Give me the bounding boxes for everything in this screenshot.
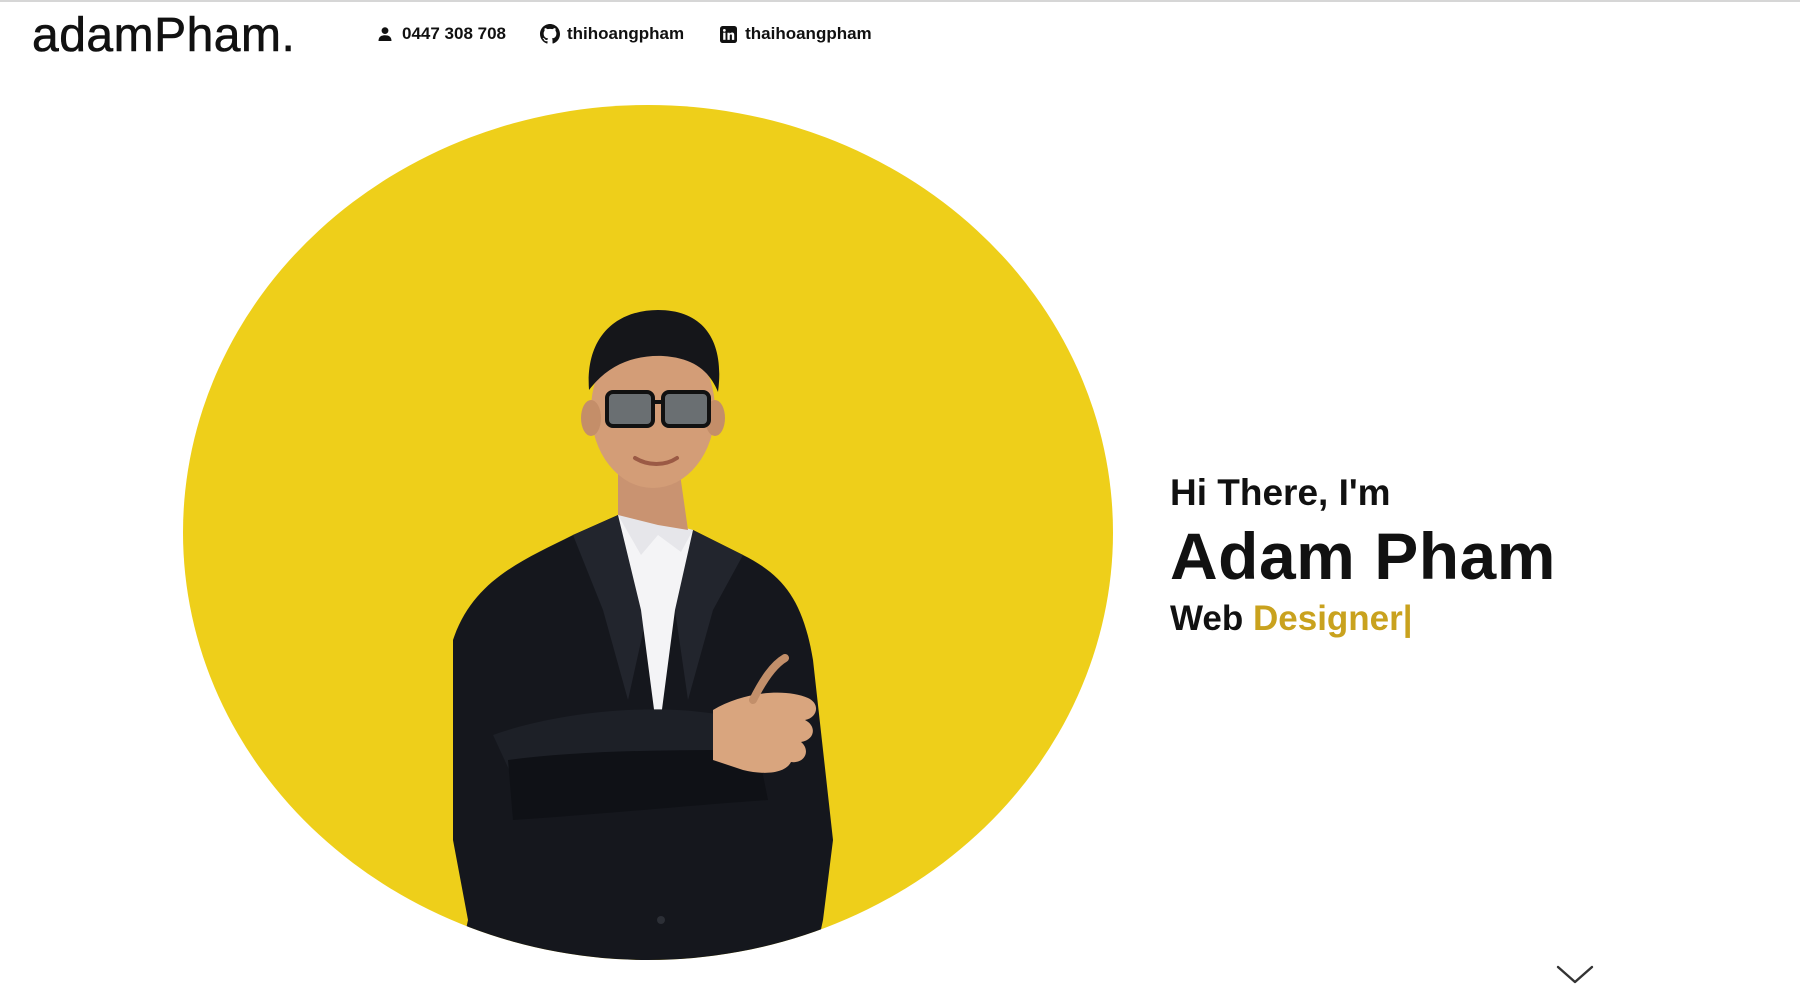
github-label: thihoangpham: [567, 24, 685, 43]
hero-yellow-circle: [183, 105, 1113, 960]
linkedin-icon: [718, 24, 738, 44]
hero-name: Adam Pham: [1170, 519, 1556, 593]
profile-photo: [453, 310, 833, 960]
github-link[interactable]: thihoangpham: [540, 24, 684, 44]
role-typed-text: Designer|: [1252, 599, 1413, 638]
contact-bar: 0447 308 708 thihoangpham thaihoangpham: [375, 24, 872, 44]
greeting-text: Hi There, I'm: [1170, 472, 1391, 513]
site-logo[interactable]: adamPham.: [32, 8, 295, 64]
github-icon: [540, 24, 560, 44]
role-line: Web Designer|: [1170, 596, 1556, 642]
phone-link[interactable]: 0447 308 708: [375, 24, 506, 44]
linkedin-link[interactable]: thaihoangpham: [718, 24, 872, 44]
linkedin-label: thaihoangpham: [745, 24, 872, 43]
intro-block: Hi There, I'm Adam Pham Web Designer|: [1170, 470, 1556, 642]
portfolio-page: adamPham. 0447 308 708 thihoangpham thai…: [0, 0, 1800, 994]
phone-label: 0447 308 708: [402, 24, 506, 43]
role-prefix: Web: [1170, 599, 1244, 638]
top-divider: [0, 0, 1800, 2]
person-icon: [375, 24, 395, 44]
chevron-down-icon[interactable]: [1555, 962, 1595, 986]
